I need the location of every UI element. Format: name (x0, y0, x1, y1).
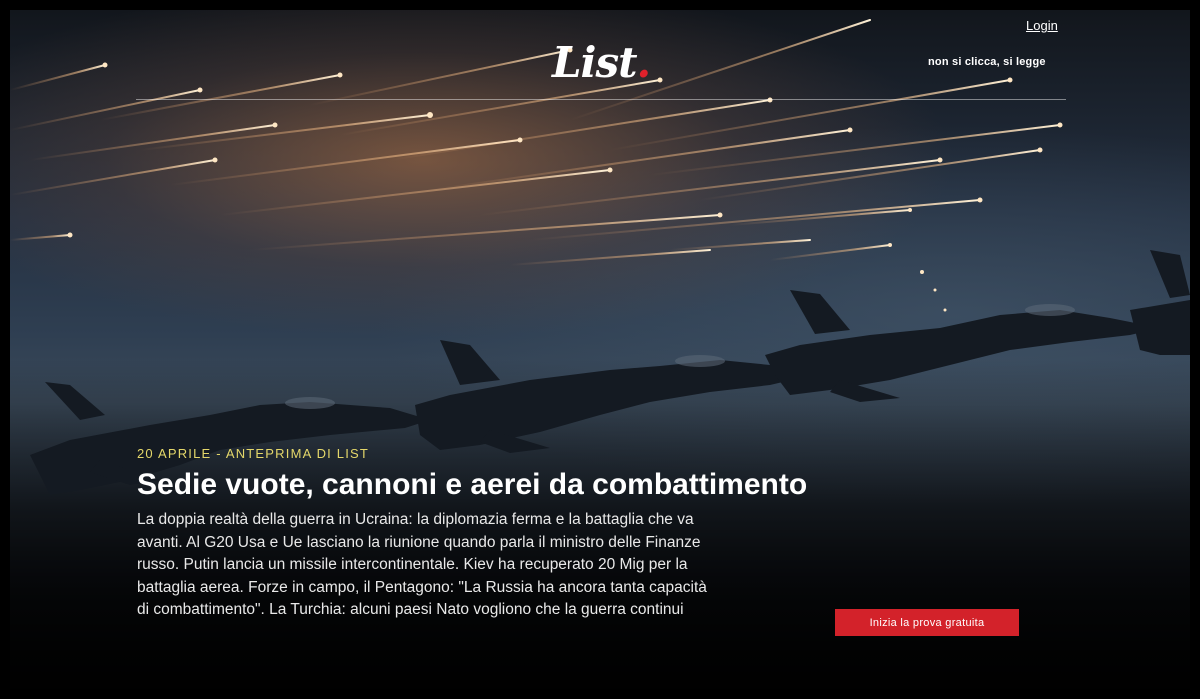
logo-red-dot: . (636, 38, 652, 87)
free-trial-button[interactable]: Inizia la prova gratuita (835, 609, 1019, 636)
site-logo[interactable]: List. (552, 38, 652, 87)
site-tagline: non si clicca, si legge (928, 56, 1046, 68)
logo-text: List (552, 38, 638, 87)
article-headline[interactable]: Sedie vuote, cannoni e aerei da combatti… (137, 468, 807, 502)
hero-section: List. Login non si clicca, si legge 20 A… (10, 10, 1190, 689)
article-summary: La doppia realtà della guerra in Ucraina… (137, 511, 707, 618)
header-divider (136, 99, 1066, 100)
login-link[interactable]: Login (1026, 18, 1058, 33)
article-kicker: 20 APRILE - ANTEPRIMA DI LIST (137, 446, 370, 461)
